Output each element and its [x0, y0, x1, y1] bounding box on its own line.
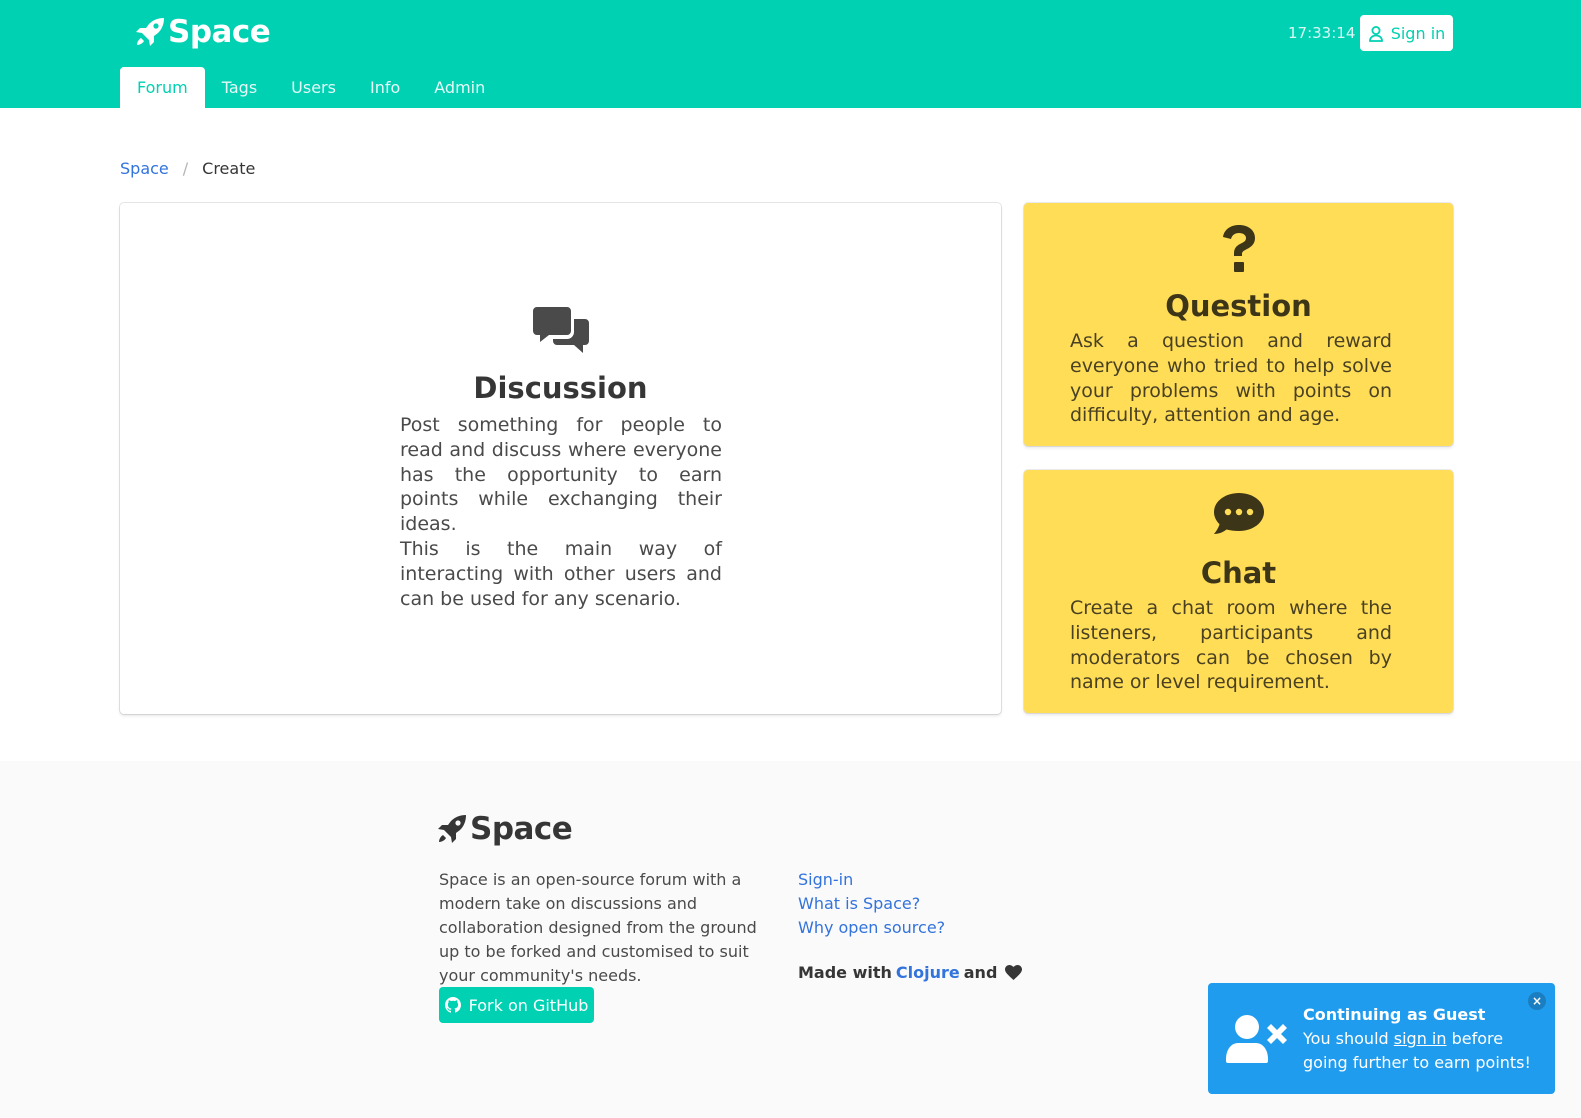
- footer-brand: Space: [436, 811, 573, 847]
- discussion-description: Post something for people to read and di…: [400, 414, 722, 536]
- main-tabs: Forum Tags Users Info Admin: [120, 67, 502, 108]
- rocket-icon: [136, 18, 164, 46]
- sign-in-button[interactable]: Sign in: [1360, 15, 1453, 51]
- discussion-card[interactable]: Discussion Post something for people to …: [120, 203, 1001, 714]
- user-icon: [1368, 25, 1383, 42]
- footer-links: Sign-in What is Space? Why open source?: [798, 868, 945, 940]
- footer-brand-name: Space: [470, 811, 573, 847]
- made-with-and: and: [963, 963, 998, 982]
- guest-notification: × Continuing as Guest You should sign in…: [1208, 983, 1555, 1094]
- brand-name: Space: [168, 14, 271, 50]
- brand-logo[interactable]: Space: [134, 14, 271, 50]
- breadcrumb-space[interactable]: Space: [120, 159, 169, 178]
- comment-dots-icon: [1024, 493, 1453, 537]
- footer-link-why-open-source[interactable]: Why open source?: [798, 916, 945, 940]
- sign-in-label: Sign in: [1390, 23, 1446, 43]
- discussion-description-2: This is the main way of interacting with…: [400, 538, 722, 610]
- tab-tags[interactable]: Tags: [205, 67, 274, 108]
- tab-admin[interactable]: Admin: [417, 67, 502, 108]
- clock: 17:33:14: [1288, 24, 1356, 42]
- tab-info[interactable]: Info: [353, 67, 417, 108]
- notification-sign-in-link[interactable]: sign in: [1394, 1029, 1447, 1048]
- breadcrumb-create: Create: [202, 158, 256, 178]
- user-times-icon: [1226, 1015, 1288, 1067]
- chat-title: Chat: [1200, 556, 1277, 590]
- comments-icon: [533, 307, 589, 361]
- fork-on-github-button[interactable]: Fork on GitHub: [439, 987, 594, 1023]
- question-card[interactable]: Question Ask a question and reward every…: [1024, 203, 1453, 446]
- navbar: Space 17:33:14 Sign in Forum Tags Users …: [0, 0, 1581, 108]
- chat-card[interactable]: Chat Create a chat room where the listen…: [1024, 470, 1453, 713]
- clojure-link[interactable]: Clojure: [896, 963, 960, 982]
- notification-body-prefix: You should: [1303, 1029, 1389, 1048]
- breadcrumb-separator: /: [182, 158, 189, 178]
- tab-users[interactable]: Users: [274, 67, 353, 108]
- notification-title: Continuing as Guest: [1303, 1005, 1486, 1024]
- tab-forum[interactable]: Forum: [120, 67, 205, 108]
- rocket-icon: [438, 815, 466, 843]
- close-notification-button[interactable]: ×: [1528, 992, 1546, 1010]
- made-with: Made with Clojure and: [798, 963, 1023, 982]
- discussion-title: Discussion: [473, 371, 648, 405]
- made-with-label: Made with: [798, 963, 892, 982]
- footer-link-sign-in[interactable]: Sign-in: [798, 868, 945, 892]
- github-icon: [444, 997, 461, 1013]
- question-description: Ask a question and reward everyone who t…: [1070, 330, 1392, 427]
- fork-on-github-label: Fork on GitHub: [468, 995, 589, 1015]
- footer-link-what-is-space[interactable]: What is Space?: [798, 892, 945, 916]
- chat-description: Create a chat room where the listeners, …: [1070, 597, 1392, 694]
- heart-icon: [1005, 965, 1023, 980]
- notification-body: You should sign in before going further …: [1303, 1027, 1533, 1075]
- question-icon: [1024, 225, 1453, 273]
- question-title: Question: [1165, 289, 1312, 323]
- footer-about: Space is an open-source forum with a mod…: [439, 870, 757, 985]
- breadcrumb: Space / Create: [120, 156, 255, 180]
